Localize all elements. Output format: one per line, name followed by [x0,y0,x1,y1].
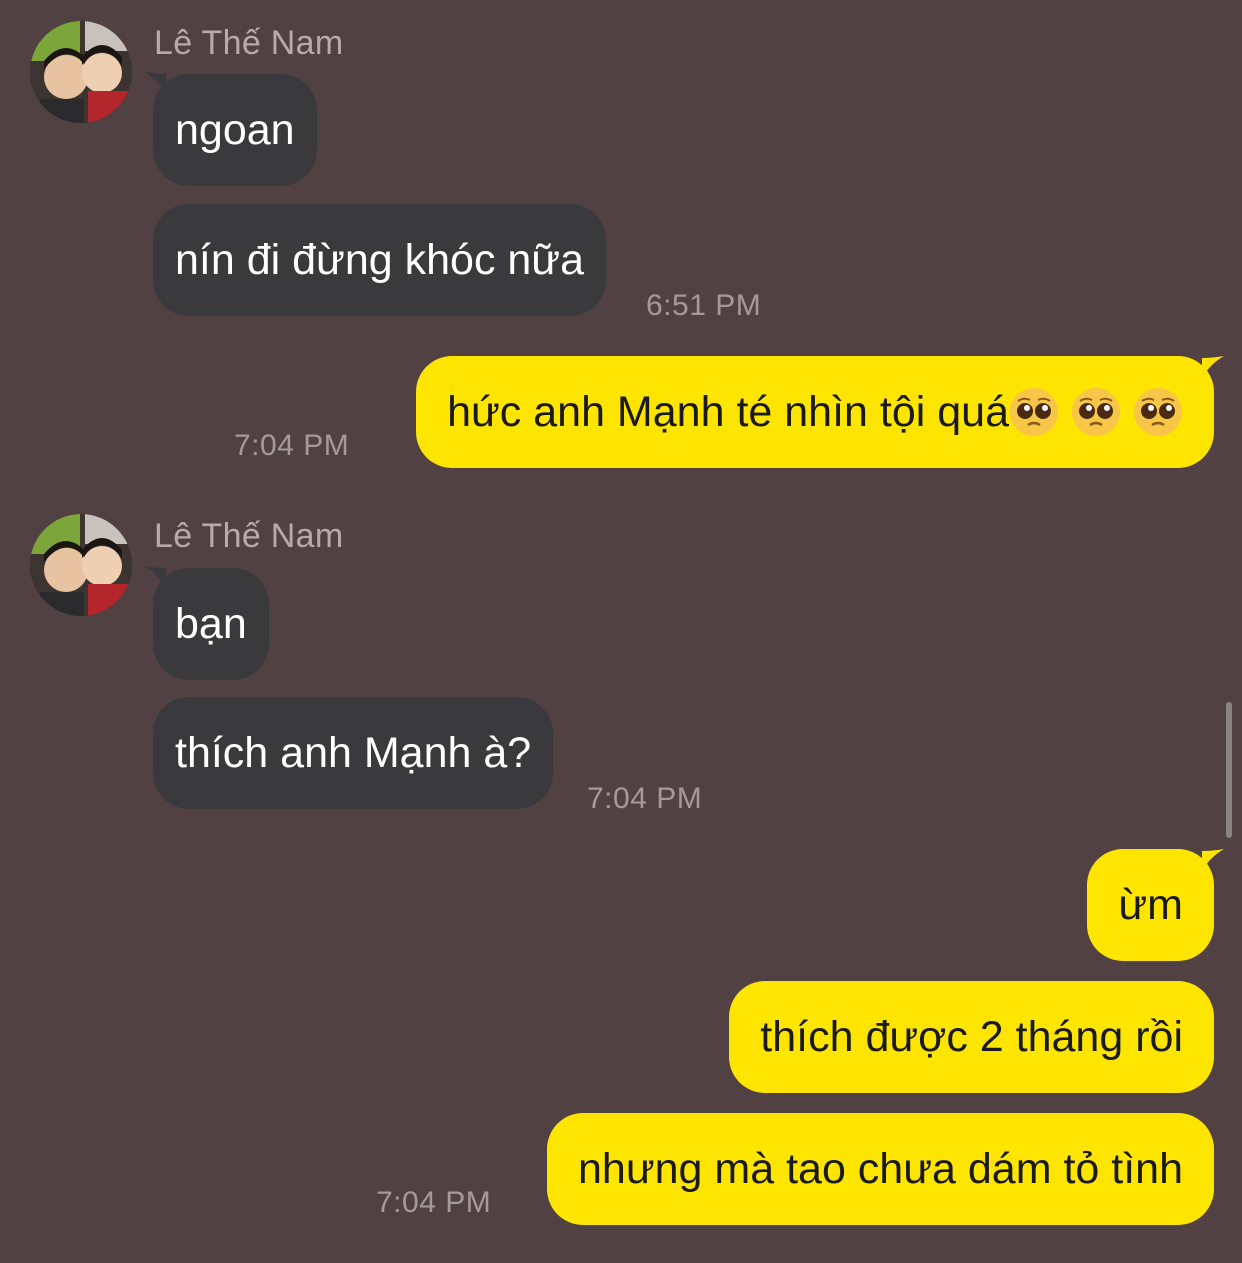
emoji-group [1009,387,1183,436]
pleading-face-icon [1010,387,1058,436]
message-bubble-incoming[interactable]: bạn [153,568,269,680]
message-timestamp: 7:04 PM [376,1186,492,1219]
pleading-face-icon [1072,387,1120,436]
message-timestamp: 7:04 PM [234,429,350,462]
message-timestamp: 7:04 PM [587,782,703,815]
scrollbar[interactable] [1226,702,1232,838]
message-bubble-incoming[interactable]: ngoan [153,74,317,186]
message-text: hức anh Mạnh té nhìn tội quá [447,388,1009,436]
bubble-tail [1202,849,1224,871]
message-bubble-incoming[interactable]: nín đi đừng khóc nữa [153,204,607,316]
avatar[interactable] [30,21,132,123]
message-bubble-outgoing[interactable]: nhưng mà tao chưa dám tỏ tình [547,1113,1214,1225]
message-bubble-outgoing[interactable]: thích được 2 tháng rồi [729,981,1214,1093]
message-bubble-incoming[interactable]: thích anh Mạnh à? [153,697,554,809]
pleading-face-icon [1134,387,1182,436]
message-bubble-outgoing[interactable]: hức anh Mạnh té nhìn tội quá [416,356,1214,468]
message-bubble-outgoing[interactable]: ừm [1087,849,1214,961]
avatar[interactable] [30,514,132,616]
sender-name: Lê Thế Nam [154,517,344,555]
avatar-photo [30,21,132,123]
bubble-tail [1202,356,1224,378]
message-timestamp: 6:51 PM [646,289,762,322]
sender-name: Lê Thế Nam [154,24,344,62]
avatar-photo [30,514,132,616]
